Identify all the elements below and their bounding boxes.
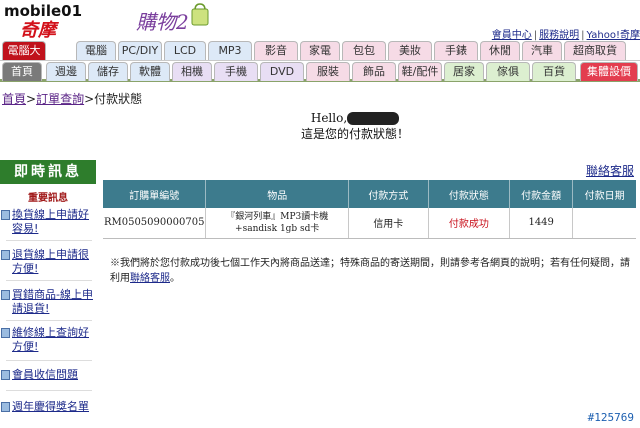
nav-tab-home[interactable]: 首頁 <box>2 62 42 81</box>
secondary-nav: 首頁 週邊 儲存 軟體 相機 手機 DVD 服裝 飾品 鞋/配件 居家 傢俱 百… <box>0 62 640 82</box>
nav-tab-apparel[interactable]: 服裝 <box>306 62 350 81</box>
sidebar-divider <box>6 360 92 361</box>
sidebar-item-exchange[interactable]: 換貨線上申請好容易! <box>0 208 96 236</box>
bullet-icon <box>1 210 10 220</box>
sidebar-divider <box>6 320 92 321</box>
top-links: 會員中心 | 服務說明 | Yahoo!奇摩 <box>491 30 640 41</box>
nav-tab-store-pickup[interactable]: 超商取貨 <box>564 41 626 60</box>
sidebar-item-return[interactable]: 退貨線上申請很方便! <box>0 248 96 276</box>
nav-tab-computer[interactable]: 電腦 <box>76 41 116 60</box>
member-center-link[interactable]: 會員中心 <box>492 30 532 41</box>
bullet-icon <box>1 370 10 380</box>
item-name: 『銀河列車』MP3讀卡機 <box>226 211 329 222</box>
sidebar-item-winners[interactable]: 週年慶得獎名單 <box>0 400 96 414</box>
nav-tab-appliance[interactable]: 家電 <box>300 41 340 60</box>
sidebar-item-label[interactable]: 會員收信問題 <box>12 368 78 381</box>
item-cell: 『銀河列車』MP3讀卡機 +sandisk 1gb sd卡 <box>205 208 350 239</box>
col-header-order-no: 訂購單編號 <box>103 180 207 208</box>
redacted-username <box>347 112 400 125</box>
payment-date <box>572 208 636 239</box>
col-header-amount: 付款金額 <box>509 180 574 208</box>
nav-tab-furniture[interactable]: 傢俱 <box>486 62 530 81</box>
greeting-line: Hello, <box>250 110 460 126</box>
site-logo[interactable]: mobile01 奇摩 <box>2 2 132 41</box>
shop-label: 購物2 <box>136 10 189 34</box>
nav-tab-accessories[interactable]: 飾品 <box>352 62 396 81</box>
nav-tab-av[interactable]: 影音 <box>254 41 298 60</box>
contact-support: 聯絡客服 <box>586 162 634 179</box>
sidebar-subtitle: 重要訊息 <box>28 193 68 204</box>
breadcrumb: 首頁>訂單查詢>付款狀態 <box>2 90 142 107</box>
payment-amount: 1449 <box>509 208 574 239</box>
delivery-note: ※我們將於您付款成功後七個工作天內將商品送達；特殊商品的寄送期間，則請參考各網頁… <box>110 256 630 286</box>
col-header-date: 付款日期 <box>572 180 636 208</box>
site-header: mobile01 奇摩 購物2 會員中心 | 服務說明 | Yahoo!奇摩 <box>0 0 640 41</box>
bullet-icon <box>1 250 10 260</box>
breadcrumb-separator: > <box>84 92 95 106</box>
sidebar-item-label[interactable]: 維修線上查詢好方便! <box>12 326 89 353</box>
nav-tab-auto[interactable]: 汽車 <box>522 41 562 60</box>
item-addon: +sandisk 1gb sd卡 <box>235 223 320 234</box>
sidebar-divider <box>6 390 92 391</box>
primary-nav: 電腦大展 電腦 PC/DIY LCD MP3 影音 家電 包包 美妝 手錶 休閒… <box>0 41 640 75</box>
nav-tab-software[interactable]: 軟體 <box>130 62 170 81</box>
sidebar-divider <box>6 240 92 241</box>
sidebar-divider <box>6 280 92 281</box>
note-contact-link[interactable]: 聯絡客服 <box>130 273 170 284</box>
sidebar-item-mail-issue[interactable]: 會員收信問題 <box>0 368 96 382</box>
nav-tab-peripherals[interactable]: 週邊 <box>46 62 86 81</box>
payment-status: 付款成功 <box>428 208 511 239</box>
yahoo-link[interactable]: Yahoo!奇摩 <box>587 30 640 41</box>
logo-main-text: 奇摩 <box>20 20 56 41</box>
bullet-icon <box>1 402 10 412</box>
nav-tab-bags[interactable]: 包包 <box>342 41 386 60</box>
payment-method: 信用卡 <box>348 208 429 239</box>
note-text: ※我們將於您付款成功後七個工作天內將商品送達；特殊商品的寄送期間，則請參考各網頁… <box>110 258 630 284</box>
contact-support-link[interactable]: 聯絡客服 <box>586 164 634 178</box>
breadcrumb-orders-link[interactable]: 訂單查詢 <box>36 92 84 106</box>
col-header-method: 付款方式 <box>348 180 429 208</box>
sidebar-item-repair[interactable]: 維修線上查詢好方便! <box>0 326 96 354</box>
order-number: RM0505090000705 <box>103 208 207 239</box>
nav-tab-mp3[interactable]: MP3 <box>208 41 252 60</box>
nav-tab-home-living[interactable]: 居家 <box>444 62 484 81</box>
nav-tab-general[interactable]: 百貨 <box>532 62 576 81</box>
sidebar-item-label[interactable]: 買錯商品-線上申請退貨! <box>12 288 93 315</box>
bullet-icon <box>1 328 10 338</box>
nav-tab-beauty[interactable]: 美妝 <box>388 41 432 60</box>
nav-tab-computer-fair[interactable]: 電腦大展 <box>2 41 46 75</box>
shopping-bag-icon <box>191 3 209 26</box>
nav-tab-pcdiy[interactable]: PC/DIY <box>118 41 162 60</box>
breadcrumb-home-link[interactable]: 首頁 <box>2 92 26 106</box>
table-row: RM0505090000705 『銀河列車』MP3讀卡機 +sandisk 1g… <box>103 208 636 239</box>
sidebar-item-wrong-purchase[interactable]: 買錯商品-線上申請退貨! <box>0 288 96 316</box>
sidebar: 即時訊息 重要訊息 換貨線上申請好容易! 退貨線上申請很方便! 買錯商品-線上申… <box>0 160 96 413</box>
nav-tab-shoes[interactable]: 鞋/配件 <box>398 62 442 81</box>
table-header-row: 訂購單編號 物品 付款方式 付款狀態 付款金額 付款日期 <box>103 180 636 208</box>
sidebar-item-label[interactable]: 退貨線上申請很方便! <box>12 248 89 275</box>
help-link[interactable]: 服務說明 <box>539 30 579 41</box>
nav-tab-group-buy[interactable]: 集體設價 <box>580 62 638 81</box>
nav-tab-camera[interactable]: 相機 <box>172 62 212 81</box>
bullet-icon <box>1 290 10 300</box>
col-header-item: 物品 <box>205 180 350 208</box>
watermark-id: #125769 <box>587 411 634 424</box>
nav-tab-phone[interactable]: 手機 <box>214 62 258 81</box>
greeting: Hello, 這是您的付款狀態！ <box>250 110 460 142</box>
sidebar-title: 即時訊息 <box>0 160 96 184</box>
breadcrumb-current: 付款狀態 <box>94 92 143 106</box>
sidebar-item-label[interactable]: 週年慶得獎名單 <box>12 400 89 413</box>
col-header-status: 付款狀態 <box>428 180 511 208</box>
nav-tab-leisure[interactable]: 休閒 <box>480 41 520 60</box>
greeting-hello: Hello, <box>310 111 348 125</box>
sidebar-item-label[interactable]: 換貨線上申請好容易! <box>12 208 89 235</box>
nav-tab-watches[interactable]: 手錶 <box>434 41 478 60</box>
nav-tab-dvd[interactable]: DVD <box>260 62 304 81</box>
breadcrumb-separator: > <box>26 92 37 106</box>
payment-status-table: 訂購單編號 物品 付款方式 付款狀態 付款金額 付款日期 RM050509000… <box>103 180 636 239</box>
note-end: 。 <box>170 273 180 284</box>
nav-tab-lcd[interactable]: LCD <box>164 41 206 60</box>
greeting-message: 這是您的付款狀態！ <box>300 127 409 141</box>
nav-tab-storage[interactable]: 儲存 <box>88 62 128 81</box>
